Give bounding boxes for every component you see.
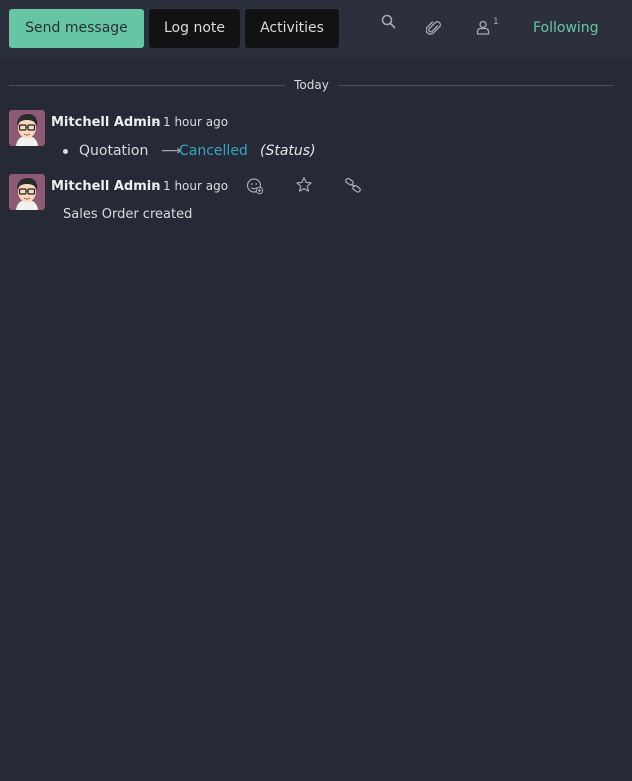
author-time-separator: - bbox=[153, 179, 158, 193]
separator-line-left bbox=[9, 85, 285, 86]
follower-user-icon[interactable] bbox=[476, 20, 490, 35]
list-bullet bbox=[63, 149, 68, 154]
tracking-new-value: Cancelled bbox=[179, 143, 248, 159]
avatar-image bbox=[9, 174, 45, 210]
author-time-separator: - bbox=[153, 115, 158, 129]
avatar-image bbox=[9, 110, 45, 146]
activities-button[interactable]: Activities bbox=[245, 9, 339, 48]
following-button[interactable]: Following bbox=[533, 20, 599, 36]
send-message-button[interactable]: Send message bbox=[9, 9, 144, 48]
log-note-button[interactable]: Log note bbox=[149, 9, 240, 48]
star-icon[interactable] bbox=[295, 176, 313, 198]
link-icon[interactable] bbox=[344, 177, 362, 198]
avatar[interactable] bbox=[9, 110, 45, 146]
follower-count[interactable]: 1 bbox=[493, 17, 499, 27]
chatter-topbar: Send message Log note Activities 1 Follo… bbox=[0, 0, 632, 57]
tracking-old-value: Quotation bbox=[79, 143, 149, 159]
separator-line-right bbox=[338, 85, 614, 86]
tracking-field-name: (Status) bbox=[260, 143, 316, 159]
message-date: 1 hour ago bbox=[163, 115, 229, 129]
message-body: Sales Order created bbox=[63, 207, 193, 222]
message-date: 1 hour ago bbox=[163, 179, 229, 193]
message-author[interactable]: Mitchell Admin bbox=[51, 179, 160, 194]
date-separator: Today bbox=[294, 78, 329, 92]
add-reaction-icon[interactable] bbox=[246, 177, 264, 199]
avatar[interactable] bbox=[9, 174, 45, 210]
message-author[interactable]: Mitchell Admin bbox=[51, 115, 160, 130]
search-icon[interactable] bbox=[381, 14, 396, 29]
paperclip-icon[interactable] bbox=[426, 20, 442, 37]
